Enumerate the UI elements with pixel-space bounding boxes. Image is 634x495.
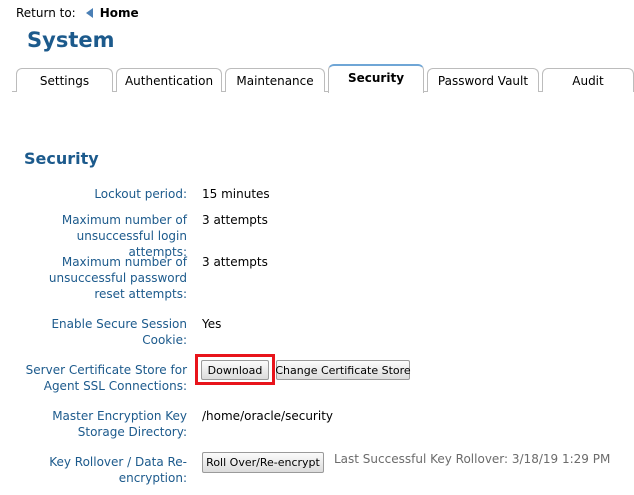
reset-attempts-value: 3 attempts xyxy=(202,255,268,269)
secure-cookie-value: Yes xyxy=(202,317,222,331)
tab-settings[interactable]: Settings xyxy=(16,68,113,92)
lockout-period-value: 15 minutes xyxy=(202,187,270,201)
tab-password-vault[interactable]: Password Vault xyxy=(427,68,539,92)
tab-security[interactable]: Security xyxy=(328,64,424,93)
section-title: Security xyxy=(24,149,99,168)
home-link[interactable]: Home xyxy=(100,6,139,20)
page-title: System xyxy=(27,28,115,52)
tab-bar: Settings Authentication Maintenance Secu… xyxy=(12,64,634,93)
lockout-period-label: Lockout period: xyxy=(94,187,187,201)
return-bar: Return to: Home xyxy=(16,5,139,21)
encryption-dir-label: Master Encryption Key Storage Directory: xyxy=(52,409,187,439)
return-label: Return to: xyxy=(16,6,76,20)
download-button[interactable]: Download xyxy=(201,360,269,380)
tab-authentication[interactable]: Authentication xyxy=(116,68,222,92)
reset-attempts-label: Maximum number of unsuccessful password … xyxy=(48,255,187,301)
encryption-dir-value: /home/oracle/security xyxy=(202,409,334,423)
login-attempts-label: Maximum number of unsuccessful login att… xyxy=(61,213,187,259)
secure-cookie-label: Enable Secure Session Cookie: xyxy=(51,317,187,347)
tab-maintenance[interactable]: Maintenance xyxy=(225,68,325,92)
roll-over-re-encrypt-button[interactable]: Roll Over/Re-encrypt xyxy=(202,452,324,473)
left-triangle-icon xyxy=(85,8,93,18)
last-rollover-text: Last Successful Key Rollover: 3/18/19 1:… xyxy=(334,452,611,466)
change-certificate-store-button[interactable]: Change Certificate Store xyxy=(275,360,411,380)
key-rollover-label: Key Rollover / Data Re- encryption: xyxy=(49,455,187,485)
tab-audit[interactable]: Audit xyxy=(542,68,634,92)
login-attempts-value: 3 attempts xyxy=(202,213,268,227)
cert-store-label: Server Certificate Store for Agent SSL C… xyxy=(25,363,187,393)
